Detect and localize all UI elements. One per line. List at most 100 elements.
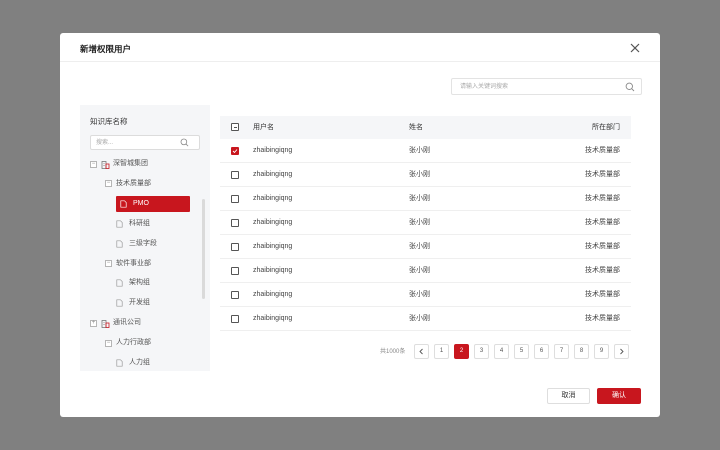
row-checkbox[interactable] <box>231 267 239 275</box>
tree-node-label: PMO <box>133 199 149 207</box>
tree-node[interactable]: 科研组 <box>116 216 150 232</box>
document-icon <box>116 220 123 228</box>
cell-dept: 技术质量部 <box>585 291 620 298</box>
page-2-button[interactable]: 2 <box>454 344 469 359</box>
keyword-search-input[interactable] <box>452 79 622 94</box>
tree-node[interactable]: 人力组 <box>116 355 150 371</box>
table-row[interactable]: zhaibingiqng 张小刚 技术质量部 <box>220 139 631 163</box>
cell-name: 张小刚 <box>409 195 430 202</box>
table-row[interactable]: zhaibingiqng 张小刚 技术质量部 <box>220 307 631 331</box>
row-checkbox[interactable] <box>231 291 239 299</box>
collapse-icon[interactable]: − <box>105 339 112 347</box>
cell-username: zhaibingiqng <box>253 219 293 226</box>
cancel-button[interactable]: 取消 <box>547 388 590 404</box>
next-page-button[interactable] <box>614 344 629 359</box>
cell-name: 张小刚 <box>409 267 430 274</box>
tree-node-label: 架构组 <box>129 279 150 287</box>
building-icon <box>101 160 110 169</box>
row-checkbox[interactable] <box>231 147 239 155</box>
search-icon[interactable] <box>180 138 189 147</box>
cell-dept: 技术质量部 <box>585 267 620 274</box>
row-checkbox[interactable] <box>231 171 239 179</box>
tree-node[interactable]: + 通讯公司 <box>90 315 141 331</box>
collapse-icon[interactable]: − <box>105 260 112 267</box>
cell-dept: 技术质量部 <box>585 243 620 250</box>
cell-username: zhaibingiqng <box>253 147 293 154</box>
tree-search-input[interactable] <box>91 136 181 149</box>
tree-node[interactable]: − 软件事业部 <box>105 256 151 272</box>
tree-node[interactable]: 开发组 <box>116 295 150 311</box>
collapse-icon[interactable]: − <box>105 180 112 188</box>
confirm-button[interactable]: 确认 <box>597 388 641 404</box>
cell-dept: 技术质量部 <box>585 219 620 226</box>
document-icon <box>116 240 123 248</box>
select-all-checkbox[interactable] <box>231 123 239 131</box>
document-icon <box>116 279 123 287</box>
cell-name: 张小刚 <box>409 315 430 322</box>
tree-node[interactable]: − 技术质量部 <box>105 176 151 192</box>
pagination-total: 共1000条 <box>380 349 406 355</box>
page-6-button[interactable]: 6 <box>534 344 549 359</box>
check-icon <box>232 149 238 154</box>
cell-username: zhaibingiqng <box>253 267 293 274</box>
tree-node-label: 软件事业部 <box>116 259 151 267</box>
cell-name: 张小刚 <box>409 291 430 298</box>
tree-node-label: 三级字段 <box>129 239 157 247</box>
page-5-button[interactable]: 5 <box>514 344 529 359</box>
tree-node[interactable]: − 人力行政部 <box>105 335 151 351</box>
tree-scrollbar[interactable] <box>202 199 205 299</box>
tree-node-label: 技术质量部 <box>116 179 151 187</box>
table-row[interactable]: zhaibingiqng 张小刚 技术质量部 <box>220 163 631 187</box>
page-1-button[interactable]: 1 <box>434 344 449 359</box>
cell-username: zhaibingiqng <box>253 195 293 202</box>
tree-node[interactable]: 架构组 <box>116 275 150 291</box>
prev-page-button[interactable] <box>414 344 429 359</box>
document-icon <box>120 200 127 208</box>
expand-icon[interactable]: + <box>90 319 97 327</box>
chevron-right-icon <box>620 348 624 355</box>
tree-node-label: 深智城集团 <box>113 160 148 167</box>
header-username: 用户名 <box>253 124 274 131</box>
header-dept: 所在部门 <box>592 124 620 131</box>
row-checkbox[interactable] <box>231 195 239 203</box>
table-header: 用户名 姓名 所在部门 <box>220 116 631 139</box>
page-4-button[interactable]: 4 <box>494 344 509 359</box>
cell-username: zhaibingiqng <box>253 243 293 250</box>
knowledge-base-tree-panel: 知识库名称 −深智城集团−技术质量部PMO科研组三级字段−软件事业部架构组开发组… <box>80 105 210 371</box>
close-icon[interactable] <box>628 41 642 55</box>
header-name: 姓名 <box>409 124 423 131</box>
page-7-button[interactable]: 7 <box>554 344 569 359</box>
cell-username: zhaibingiqng <box>253 171 293 178</box>
table-row[interactable]: zhaibingiqng 张小刚 技术质量部 <box>220 187 631 211</box>
page-9-button[interactable]: 9 <box>594 344 609 359</box>
document-icon <box>116 299 123 307</box>
building-icon <box>101 319 110 328</box>
dialog-title: 新增权限用户 <box>80 44 132 54</box>
table-row[interactable]: zhaibingiqng 张小刚 技术质量部 <box>220 283 631 307</box>
tree-node-label: 人力行政部 <box>116 339 151 347</box>
tree-node[interactable]: PMO <box>116 195 190 212</box>
tree-node-label: 开发组 <box>129 299 150 307</box>
tree-search-box <box>90 135 200 150</box>
table-row[interactable]: zhaibingiqng 张小刚 技术质量部 <box>220 235 631 259</box>
keyword-search-box <box>451 78 642 95</box>
cell-name: 张小刚 <box>409 219 430 226</box>
table-row[interactable]: zhaibingiqng 张小刚 技术质量部 <box>220 211 631 235</box>
page-3-button[interactable]: 3 <box>474 344 489 359</box>
page-8-button[interactable]: 8 <box>574 344 589 359</box>
cell-dept: 技术质量部 <box>585 195 620 202</box>
dialog-header: 新增权限用户 <box>60 33 660 62</box>
cell-name: 张小刚 <box>409 243 430 250</box>
collapse-icon[interactable]: − <box>90 160 97 168</box>
search-icon[interactable] <box>625 82 635 92</box>
row-checkbox[interactable] <box>231 219 239 227</box>
tree-node[interactable]: 三级字段 <box>116 236 157 252</box>
table-row[interactable]: zhaibingiqng 张小刚 技术质量部 <box>220 259 631 283</box>
document-icon <box>116 359 123 367</box>
cell-dept: 技术质量部 <box>585 147 620 154</box>
tree-node[interactable]: − 深智城集团 <box>90 156 148 172</box>
tree-node-label: 人力组 <box>129 359 150 366</box>
row-checkbox[interactable] <box>231 243 239 251</box>
cell-name: 张小刚 <box>409 171 430 178</box>
row-checkbox[interactable] <box>231 315 239 323</box>
